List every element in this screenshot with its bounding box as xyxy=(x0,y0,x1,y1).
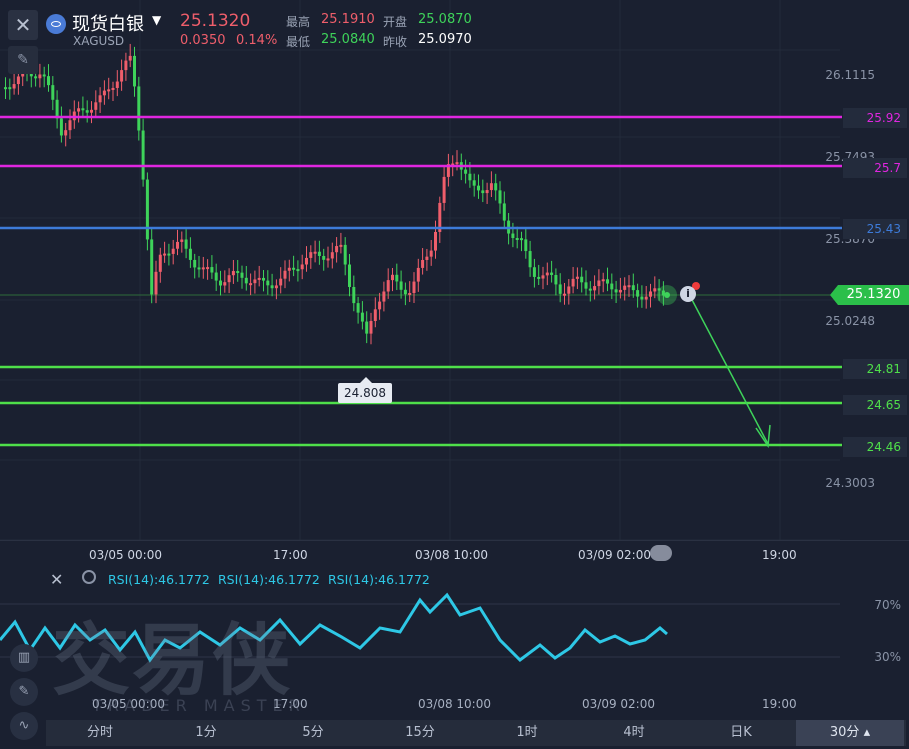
timeframe-tab[interactable]: 1时 xyxy=(487,720,567,746)
timeframe-tab[interactable]: 5分 xyxy=(273,720,353,746)
prev-close-label: 昨收 xyxy=(383,35,408,49)
rsi-label: RSI(14):46.1772 xyxy=(218,572,320,587)
coin-icon xyxy=(46,14,66,34)
y-tick: 26.1115 xyxy=(825,68,875,82)
x-tick: 03/08 10:00 xyxy=(415,548,488,562)
high-value: 25.1910 xyxy=(321,12,375,27)
projection-arrow xyxy=(689,295,769,445)
level-label: 24.65 xyxy=(843,395,907,415)
low-label: 最低 xyxy=(286,35,311,49)
timeframe-tab[interactable]: 日K xyxy=(701,720,781,746)
rsi-x-tick: 03/08 10:00 xyxy=(418,697,491,711)
rsi-tick: 70% xyxy=(874,598,901,612)
symbol-code: XAGUSD xyxy=(73,34,125,48)
level-label: 25.7 xyxy=(843,158,907,178)
x-tick: 03/05 00:00 xyxy=(89,548,162,562)
timeframe-tab[interactable]: 4时 xyxy=(594,720,674,746)
rsi-x-tick: 03/09 02:00 xyxy=(582,697,655,711)
pen-icon[interactable]: ✎ xyxy=(8,46,38,74)
candlestick-series xyxy=(4,43,665,345)
pencil-icon[interactable]: ✎ xyxy=(10,678,38,706)
low-marker: 24.808 xyxy=(338,377,392,403)
timeframe-tab[interactable]: 分时 xyxy=(60,720,140,746)
prev-close-value: 25.0970 xyxy=(418,32,472,47)
high-label: 最高 xyxy=(286,15,311,29)
level-label: 24.81 xyxy=(843,359,907,379)
current-price-tag: 25.1320 xyxy=(830,285,909,305)
symbol-name[interactable]: 现货白银 xyxy=(72,10,144,36)
level-label: 25.92 xyxy=(843,108,907,128)
last-price: 25.1320 xyxy=(180,11,251,31)
open-label: 开盘 xyxy=(383,15,408,29)
scroll-handle[interactable] xyxy=(650,545,672,561)
rsi-x-tick: 19:00 xyxy=(762,697,797,711)
price-change-pct: 0.14% xyxy=(236,33,278,48)
y-tick: 24.3003 xyxy=(825,476,875,490)
timeframe-tab[interactable]: 15分 xyxy=(380,720,460,746)
close-button[interactable]: ✕ xyxy=(8,10,38,40)
level-label: 24.46 xyxy=(843,437,907,457)
level-label: 25.43 xyxy=(843,219,907,239)
rsi-tick: 30% xyxy=(874,650,901,664)
x-tick: 03/09 02:00 xyxy=(578,548,651,562)
info-icon[interactable]: i xyxy=(680,286,696,302)
watermark-sub: TRADER MASTER xyxy=(92,696,306,715)
low-value: 25.0840 xyxy=(321,32,375,47)
x-tick: 17:00 xyxy=(273,548,308,562)
price-change: 0.0350 xyxy=(180,33,226,48)
open-value: 25.0870 xyxy=(418,12,472,27)
wave-icon[interactable]: ∿ xyxy=(10,712,38,740)
candlestick-icon[interactable]: ▥ xyxy=(10,644,38,672)
chevron-down-icon[interactable]: ▼ xyxy=(152,13,161,27)
watermark: 交易侠 xyxy=(52,616,293,706)
x-tick: 19:00 xyxy=(762,548,797,562)
gear-icon[interactable] xyxy=(82,570,96,584)
close-icon[interactable]: ✕ xyxy=(50,570,63,589)
rsi-label: RSI(14):46.1772 xyxy=(108,572,210,587)
timeframe-tab[interactable]: 1分 xyxy=(166,720,246,746)
y-tick: 25.0248 xyxy=(825,314,875,328)
rsi-label: RSI(14):46.1772 xyxy=(328,572,430,587)
timeframe-tab-active[interactable]: 30分 ▴ xyxy=(796,720,904,746)
